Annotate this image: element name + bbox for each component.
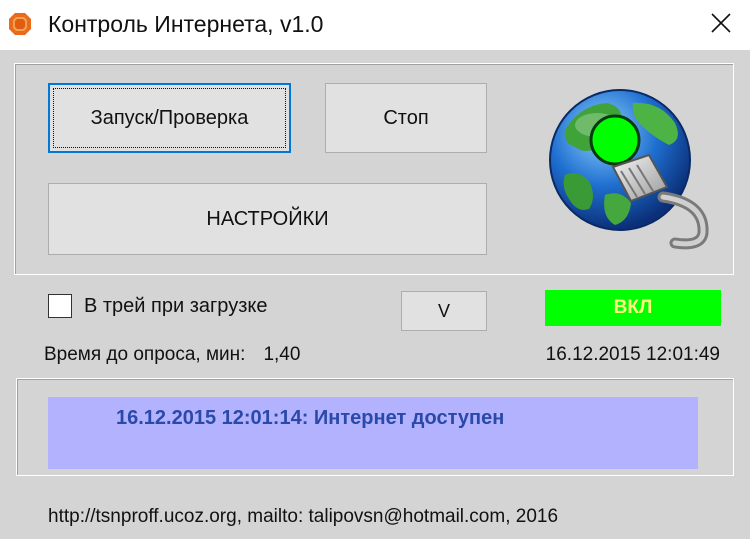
start-check-button[interactable]: Запуск/Проверка bbox=[48, 83, 291, 153]
log-message: 16.12.2015 12:01:14: Интернет доступен bbox=[116, 407, 505, 429]
status-indicator: ВКЛ bbox=[545, 290, 721, 326]
tray-on-startup-label: В трей при загрузке bbox=[84, 294, 268, 317]
v-button[interactable]: V bbox=[401, 291, 487, 331]
poll-time-label: Время до опроса, мин: bbox=[44, 344, 246, 365]
poll-time-row: Время до опроса, мин: 1,40 bbox=[44, 344, 300, 366]
close-icon bbox=[710, 12, 732, 39]
tray-on-startup-checkbox[interactable] bbox=[48, 294, 72, 318]
app-octagon-icon bbox=[8, 12, 32, 36]
settings-button[interactable]: НАСТРОЙКИ bbox=[48, 183, 487, 255]
log-panel: 16.12.2015 12:01:14: Интернет доступен bbox=[48, 397, 698, 469]
poll-time-value: 1,40 bbox=[263, 344, 301, 365]
window-title: Контроль Интернета, v1.0 bbox=[48, 11, 324, 37]
close-button[interactable] bbox=[692, 0, 750, 50]
footer-contact-text: http://tsnproff.ucoz.org, mailto: talipo… bbox=[48, 506, 559, 527]
app-window: Контроль Интернета, v1.0 Запуск/Проверка… bbox=[0, 0, 750, 539]
stop-button[interactable]: Стоп bbox=[325, 83, 487, 153]
globe-network-icon bbox=[545, 85, 720, 255]
tray-on-startup-option[interactable]: В трей при загрузке bbox=[48, 294, 267, 318]
current-datetime: 16.12.2015 12:01:49 bbox=[545, 344, 720, 365]
title-bar: Контроль Интернета, v1.0 bbox=[0, 0, 750, 50]
